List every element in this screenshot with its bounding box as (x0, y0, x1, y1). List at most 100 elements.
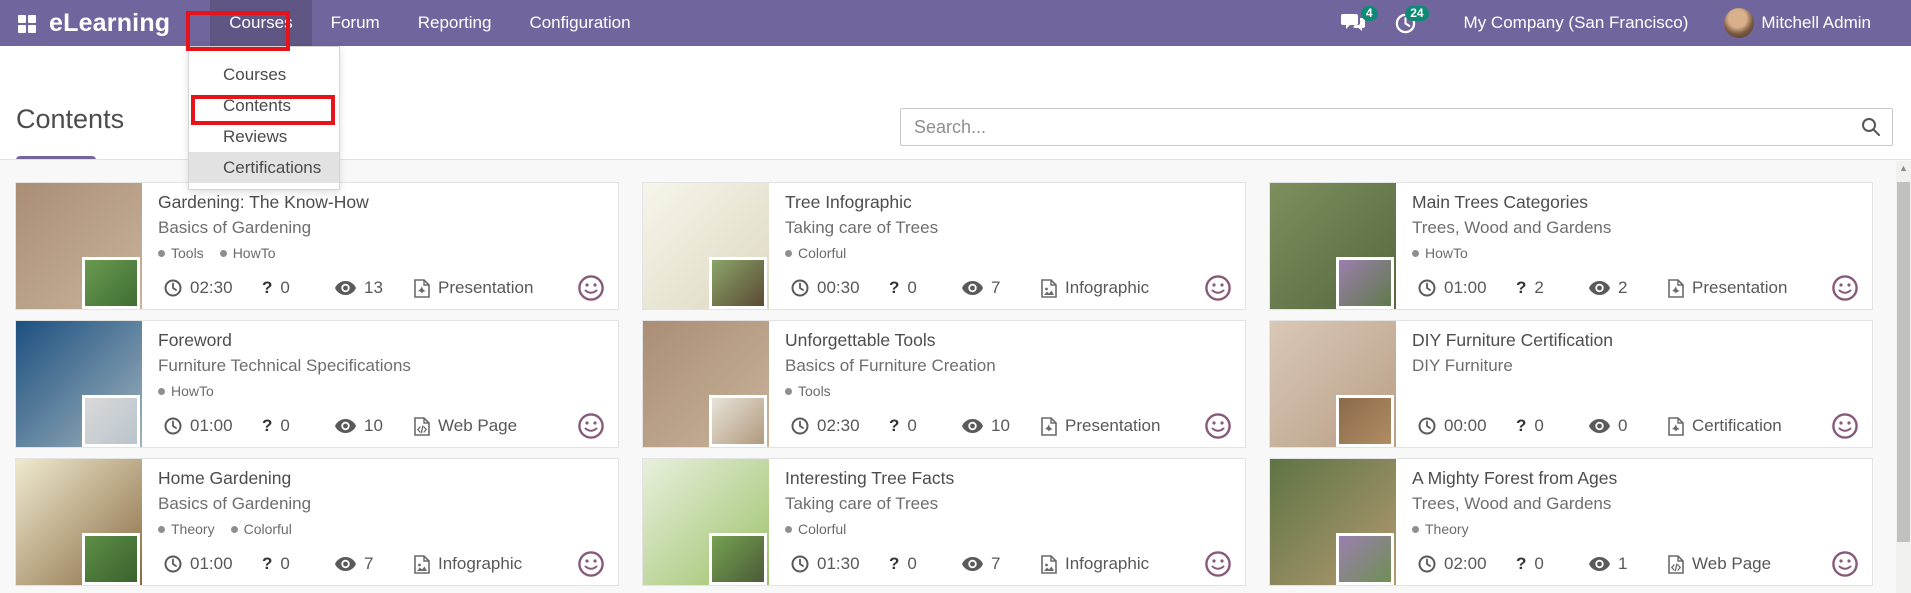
tag-theory: Theory (1412, 521, 1469, 537)
content-type-label: Web Page (1692, 554, 1771, 574)
tag-label: Theory (171, 521, 215, 537)
questions-value: 0 (280, 416, 289, 436)
duration-value: 01:00 (1444, 278, 1487, 298)
duration-value: 02:30 (817, 416, 860, 436)
questions-stat: ?0 (889, 405, 917, 447)
content-tags: HowTo (1412, 245, 1468, 261)
content-card[interactable]: Tree InfographicTaking care of TreesColo… (642, 182, 1246, 310)
vertical-scrollbar[interactable]: ▲ (1896, 161, 1911, 593)
content-card[interactable]: Main Trees Categories Trees, Wood and Gar… (1269, 182, 1873, 310)
rating-smiley-button[interactable] (1831, 412, 1859, 440)
messages-button[interactable]: 4 (1341, 13, 1365, 33)
content-tags: HowTo (158, 383, 214, 399)
scrollbar-thumb[interactable] (1897, 182, 1910, 542)
rating-smiley-button[interactable] (577, 412, 605, 440)
tag-colorful: Colorful (231, 521, 292, 537)
duration-stat: 01:30 (791, 543, 860, 585)
content-type-stat: Infographic (1041, 543, 1149, 585)
content-type-label: Certification (1692, 416, 1782, 436)
eye-icon (962, 557, 983, 571)
tag-dot-icon (158, 250, 165, 257)
eye-icon (1589, 557, 1610, 571)
dropdown-item-contents[interactable]: Contents (189, 90, 339, 121)
content-course-name: Trees, Wood and Gardens (1412, 218, 1611, 238)
rating-smiley-button[interactable] (1204, 550, 1232, 578)
user-menu[interactable]: Mitchell Admin (1761, 13, 1871, 33)
content-title: Tree Infographic (785, 192, 912, 213)
content-type-stat: Presentation (414, 267, 533, 309)
nav-item-forum[interactable]: Forum (312, 0, 399, 46)
scrollbar-up-arrow[interactable]: ▲ (1896, 163, 1911, 173)
content-type-stat: Infographic (414, 543, 522, 585)
content-type-label: Web Page (438, 416, 517, 436)
content-card[interactable]: Gardening: The Know-HowBasics of Gardeni… (15, 182, 619, 310)
dropdown-item-reviews[interactable]: Reviews (189, 121, 339, 152)
dropdown-item-courses[interactable]: Courses (189, 59, 339, 90)
search-input[interactable] (900, 108, 1893, 146)
question-mark-icon: ? (262, 554, 272, 574)
content-stats: 01:00?07Infographic (16, 543, 618, 585)
question-mark-icon: ? (262, 278, 272, 298)
content-course-name: Trees, Wood and Gardens (1412, 494, 1611, 514)
tag-tools: Tools (785, 383, 831, 399)
activities-badge: 24 (1405, 6, 1428, 21)
file-pdf-icon (414, 279, 430, 298)
apps-menu-icon[interactable] (18, 15, 35, 32)
content-stats: 00:30?07Infographic (643, 267, 1245, 309)
views-value: 13 (364, 278, 383, 298)
top-navbar: eLearning CoursesForumReportingConfigura… (0, 0, 1911, 46)
activities-button[interactable]: 24 (1395, 13, 1416, 34)
tag-theory: Theory (158, 521, 215, 537)
tag-label: Colorful (798, 521, 846, 537)
content-card[interactable]: Interesting Tree FactsTaking care of Tre… (642, 458, 1246, 586)
file-image-icon (414, 555, 430, 574)
views-value: 10 (364, 416, 383, 436)
views-value: 10 (991, 416, 1010, 436)
views-stat: 10 (962, 405, 1010, 447)
questions-stat: ?0 (889, 267, 917, 309)
duration-value: 02:00 (1444, 554, 1487, 574)
content-card[interactable]: Home GardeningBasics of GardeningTheoryC… (15, 458, 619, 586)
tag-howto: HowTo (158, 383, 214, 399)
content-tags: Tools (785, 383, 831, 399)
questions-value: 0 (280, 554, 289, 574)
tag-dot-icon (785, 526, 792, 533)
content-type-label: Presentation (1692, 278, 1787, 298)
views-stat: 2 (1589, 267, 1627, 309)
user-avatar[interactable] (1724, 8, 1754, 38)
rating-smiley-button[interactable] (577, 550, 605, 578)
tag-howto: HowTo (220, 245, 276, 261)
company-switcher[interactable]: My Company (San Francisco) (1464, 13, 1689, 33)
file-code-icon (414, 417, 430, 436)
duration-stat: 01:00 (1418, 267, 1487, 309)
nav-item-reporting[interactable]: Reporting (399, 0, 511, 46)
tag-dot-icon (231, 526, 238, 533)
content-title: Main Trees Categories (1412, 192, 1588, 213)
rating-smiley-button[interactable] (1831, 550, 1859, 578)
rating-smiley-button[interactable] (577, 274, 605, 302)
content-title: A Mighty Forest from Ages (1412, 468, 1617, 489)
content-card[interactable]: Unforgettable ToolsBasics of Furniture C… (642, 320, 1246, 448)
content-stats: 02:00?01Web Page (1270, 543, 1872, 585)
content-type-label: Infographic (438, 554, 522, 574)
content-tags: Colorful (785, 521, 846, 537)
tag-dot-icon (785, 388, 792, 395)
tag-dot-icon (1412, 250, 1419, 257)
content-card[interactable]: ForewordFurniture Technical Specificatio… (15, 320, 619, 448)
questions-value: 0 (907, 416, 916, 436)
questions-stat: ?0 (262, 405, 290, 447)
dropdown-item-certifications[interactable]: Certifications (189, 152, 339, 183)
content-card[interactable]: A Mighty Forest from Ages Trees, Wood and… (1269, 458, 1873, 586)
rating-smiley-button[interactable] (1204, 412, 1232, 440)
file-image-icon (1041, 279, 1057, 298)
rating-smiley-button[interactable] (1831, 274, 1859, 302)
nav-item-configuration[interactable]: Configuration (510, 0, 649, 46)
rating-smiley-button[interactable] (1204, 274, 1232, 302)
clock-icon (791, 417, 809, 435)
content-card[interactable]: DIY Furniture CertificationDIY Furniture… (1269, 320, 1873, 448)
views-stat: 10 (335, 405, 383, 447)
views-value: 7 (991, 554, 1000, 574)
content-tags: Theory (1412, 521, 1469, 537)
tag-label: Colorful (798, 245, 846, 261)
nav-item-courses[interactable]: Courses (210, 0, 311, 46)
